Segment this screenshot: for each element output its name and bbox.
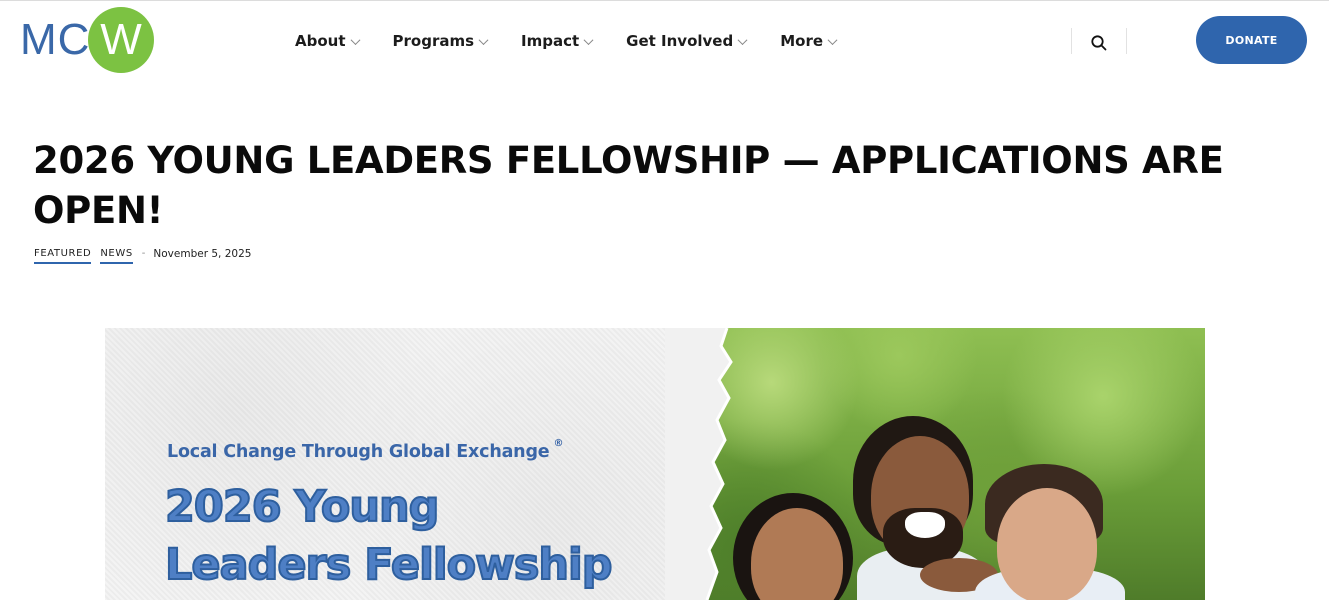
site-logo[interactable]: MC W [20, 7, 160, 75]
chevron-down-icon [478, 34, 489, 45]
main-nav: About Programs Impact Get Involved More [295, 30, 870, 52]
site-header: MC W About Programs Impact Get Involved … [0, 0, 1329, 82]
nav-item-about[interactable]: About [295, 32, 360, 50]
hero-title-line2: Leaders Fellowship [164, 539, 614, 591]
nav-item-label: More [780, 32, 824, 50]
logo-circle: W [88, 7, 154, 73]
nav-item-label: Programs [392, 32, 475, 50]
chevron-down-icon [350, 34, 360, 45]
meta-separator: - [141, 248, 146, 259]
hero-tagline: Local Change Through Global Exchange ® [167, 438, 563, 462]
hero-title: 2026 Young Leaders Fellowship [164, 478, 614, 594]
nav-item-label: About [295, 32, 346, 50]
chevron-down-icon [827, 34, 838, 45]
chevron-down-icon [583, 34, 594, 45]
header-divider [1071, 28, 1072, 54]
hero-image: Local Change Through Global Exchange ® 20… [105, 328, 1205, 600]
nav-item-get-involved[interactable]: Get Involved [626, 32, 748, 50]
nav-item-more[interactable]: More [780, 32, 838, 50]
nav-item-label: Impact [521, 32, 580, 50]
hero-tagline-text: Local Change Through Global Exchange [167, 442, 550, 462]
person-center-smile [905, 512, 945, 538]
nav-item-label: Get Involved [626, 32, 734, 50]
header-divider [1126, 28, 1127, 54]
registered-mark: ® [553, 438, 564, 449]
nav-item-impact[interactable]: Impact [521, 32, 594, 50]
category-news[interactable]: NEWS [100, 248, 133, 264]
article-date: November 5, 2025 [153, 248, 252, 260]
article-title: 2026 YOUNG LEADERS FELLOWSHIP — APPLICAT… [33, 139, 1224, 232]
search-icon[interactable] [1090, 34, 1108, 52]
hero-title-line1: 2026 Young [164, 481, 440, 533]
logo-text: MC [20, 15, 91, 64]
person-right [997, 488, 1097, 600]
nav-item-programs[interactable]: Programs [392, 32, 489, 50]
article-meta: FEATURED NEWS - November 5, 2025 [34, 248, 251, 264]
logo-circle-text: W [100, 15, 142, 64]
donate-button[interactable]: DONATE [1196, 16, 1307, 64]
category-featured[interactable]: FEATURED [34, 248, 92, 264]
chevron-down-icon [737, 34, 748, 45]
